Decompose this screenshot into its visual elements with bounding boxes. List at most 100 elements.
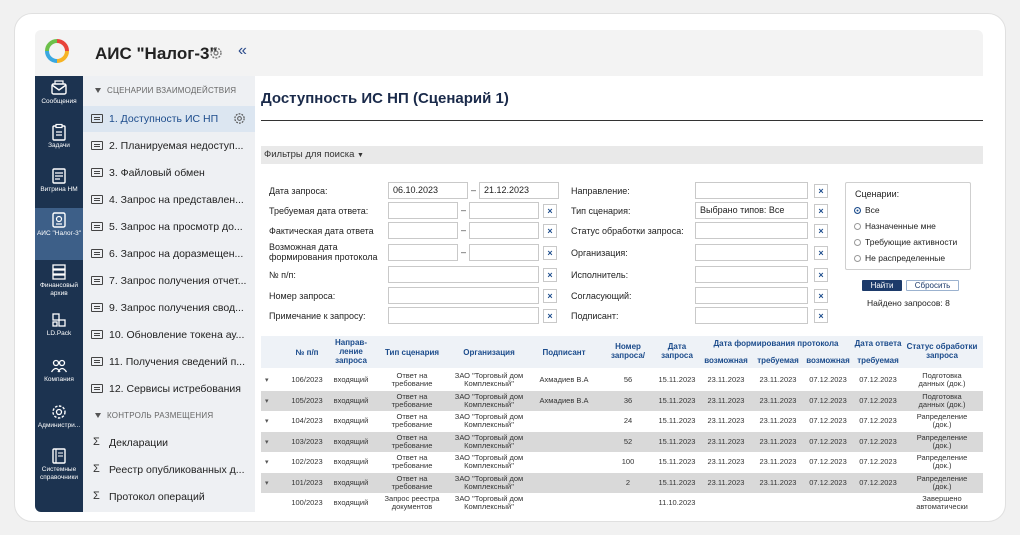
nav-item-5[interactable]: 5. Запрос на просмотр до... xyxy=(83,214,255,240)
filters-header[interactable]: Фильтры для поиска ▼ xyxy=(261,146,983,164)
rail-item-company[interactable]: Компания xyxy=(35,354,83,398)
rail-item-storefront[interactable]: Витрина НМ xyxy=(35,164,83,208)
app-settings-icon[interactable] xyxy=(209,46,223,60)
scenarios-panel: Сценарии: Все Назначенные мне Требующие … xyxy=(845,182,971,270)
nav-item-1[interactable]: 1. Доступность ИС НП xyxy=(83,106,255,132)
nav-section-control[interactable]: КОНТРОЛЬ РАЗМЕЩЕНИЯ xyxy=(95,411,213,420)
clear-button[interactable]: × xyxy=(543,268,557,282)
nav-item-10[interactable]: 10. Обновление токена ау... xyxy=(83,322,255,348)
clear-button[interactable]: × xyxy=(543,289,557,303)
table-row[interactable]: ▾ 106/2023 входящий Ответ на требование ЗАО … xyxy=(261,370,983,390)
reset-button[interactable]: Сбросить xyxy=(906,280,959,291)
col-header-possible[interactable]: возможная xyxy=(701,356,751,365)
cell-a: 07.12.2023 xyxy=(859,457,897,466)
rail-item-ais-nalog[interactable]: АИС "Налог-3" xyxy=(35,208,83,260)
table-row[interactable]: ▾ 102/2023 входящий Ответ на требование ЗАО … xyxy=(261,452,983,472)
clear-button[interactable]: × xyxy=(814,184,828,198)
col-header-status[interactable]: Статус обработки запроса xyxy=(903,342,981,360)
clear-button[interactable]: × xyxy=(814,289,828,303)
rail-item-admin[interactable]: Администри... xyxy=(35,400,83,444)
rail-label: Системные справочники xyxy=(40,466,78,481)
organization-select[interactable] xyxy=(695,244,808,261)
expand-row-icon[interactable]: ▾ xyxy=(265,376,269,384)
clear-button[interactable]: × xyxy=(814,268,828,282)
table-row[interactable]: ▾ 101/2023 входящий Ответ на требование ЗАО … xyxy=(261,472,983,493)
col-header-signer[interactable]: Подписант xyxy=(531,348,597,357)
radio-unassigned[interactable]: Не распределенные xyxy=(854,253,945,263)
col-header-reqnum[interactable]: Номер запроса/ xyxy=(603,342,653,360)
signer-select[interactable] xyxy=(695,307,808,324)
col-header-required2[interactable]: требуемая xyxy=(853,356,903,365)
possible-date-to-input[interactable] xyxy=(469,244,539,261)
col-header-direction[interactable]: Направ- ление запроса xyxy=(327,338,375,365)
nav-item-9[interactable]: 9. Запрос получения свод... xyxy=(83,295,255,321)
nav-item-3[interactable]: 3. Файловый обмен xyxy=(83,160,255,186)
nav-item-2[interactable]: 2. Планируемая недоступ... xyxy=(83,133,255,159)
actual-date-from-input[interactable] xyxy=(388,222,458,239)
col-header-num[interactable]: № п/п xyxy=(285,348,329,357)
radio-all[interactable]: Все xyxy=(854,205,880,215)
executor-select[interactable] xyxy=(695,266,808,283)
actual-date-to-input[interactable] xyxy=(469,222,539,239)
date-from-input[interactable]: 06.10.2023 xyxy=(388,182,468,199)
nav-item-6[interactable]: 6. Запрос на доразмещен... xyxy=(83,241,255,267)
cell-a: 07.12.2023 xyxy=(859,375,897,384)
expand-row-icon[interactable]: ▾ xyxy=(265,397,269,405)
nav-item-11[interactable]: 11. Получения сведений п... xyxy=(83,349,255,375)
request-number-input[interactable] xyxy=(388,287,539,304)
nav-item-4[interactable]: 4. Запрос на представлен... xyxy=(83,187,255,213)
radio-assigned[interactable]: Назначенные мне xyxy=(854,221,936,231)
rail-item-ldpack[interactable]: LD.Pack xyxy=(35,308,83,352)
rail-item-system-dictionaries[interactable]: Системные справочники xyxy=(35,444,83,496)
clear-button[interactable]: × xyxy=(814,224,828,238)
clear-button[interactable]: × xyxy=(543,246,557,260)
table-row[interactable]: ▾ 104/2023 входящий Ответ на требование ЗАО … xyxy=(261,411,983,431)
expand-row-icon[interactable]: ▾ xyxy=(265,417,269,425)
table-row[interactable]: ▾ 103/2023 входящий Ответ на требование ЗАО … xyxy=(261,431,983,452)
clear-button[interactable]: × xyxy=(543,224,557,238)
col-header-required[interactable]: требуемая xyxy=(753,356,803,365)
required-date-to-input[interactable] xyxy=(469,202,539,219)
clear-button[interactable]: × xyxy=(814,246,828,260)
col-header-org[interactable]: Организация xyxy=(449,348,529,357)
status-select[interactable] xyxy=(695,222,808,239)
scenario-type-select[interactable]: Выбрано типов: Все xyxy=(695,202,808,219)
date-to-input[interactable]: 21.12.2023 xyxy=(479,182,559,199)
nav-item-declarations[interactable]: Σ Декларации xyxy=(83,430,255,456)
clear-button[interactable]: × xyxy=(814,309,828,323)
required-date-from-input[interactable] xyxy=(388,202,458,219)
clear-button[interactable]: × xyxy=(543,309,557,323)
list-icon xyxy=(91,114,103,123)
clear-button[interactable]: × xyxy=(543,204,557,218)
expand-row-icon[interactable]: ▾ xyxy=(265,438,269,446)
nav-section-scenarios[interactable]: СЦЕНАРИИ ВЗАИМОДЕЙСТВИЯ xyxy=(95,86,236,95)
nav-item-operations-log[interactable]: Σ Протокол операций xyxy=(83,484,255,510)
collapse-sidebar-button[interactable]: « xyxy=(238,42,247,60)
expand-row-icon[interactable]: ▾ xyxy=(265,458,269,466)
possible-date-from-input[interactable] xyxy=(388,244,458,261)
found-count: Найдено запросов: 8 xyxy=(867,298,950,308)
col-header-type[interactable]: Тип сценария xyxy=(377,348,447,357)
nav-item-12[interactable]: 12. Сервисы истребования xyxy=(83,376,255,402)
rail-item-tasks[interactable]: Задачи xyxy=(35,120,83,164)
cell-p3: 07.12.2023 xyxy=(809,436,847,446)
expand-row-icon[interactable]: ▾ xyxy=(265,479,269,487)
rail-item-messages[interactable]: Сообщения xyxy=(35,76,83,120)
find-button[interactable]: Найти xyxy=(862,280,902,291)
radio-activity[interactable]: Требующие активности xyxy=(854,237,957,247)
note-input[interactable] xyxy=(388,307,539,324)
col-header-possible2[interactable]: возможная xyxy=(803,356,853,365)
cell-a: 07.12.2023 xyxy=(859,416,897,425)
nav-item-7[interactable]: 7. Запрос получения отчет... xyxy=(83,268,255,294)
direction-select[interactable] xyxy=(695,182,808,199)
nav-item-registry[interactable]: Σ Реестр опубликованных д... xyxy=(83,457,255,483)
approver-select[interactable] xyxy=(695,287,808,304)
table-row[interactable]: 100/2023 входящий Запрос реестра документо… xyxy=(261,493,983,512)
col-header-reqdate[interactable]: Дата запроса xyxy=(657,342,697,360)
clear-button[interactable]: × xyxy=(814,204,828,218)
cell-org: ЗАО "Торговый дом Комплексный" xyxy=(454,494,524,511)
nav-item-settings-icon[interactable] xyxy=(233,112,246,125)
table-row[interactable]: ▾ 105/2023 входящий Ответ на требование ЗАО … xyxy=(261,390,983,411)
number-input[interactable] xyxy=(388,266,539,283)
rail-item-finance-archive[interactable]: Финансовый архив xyxy=(35,260,83,308)
